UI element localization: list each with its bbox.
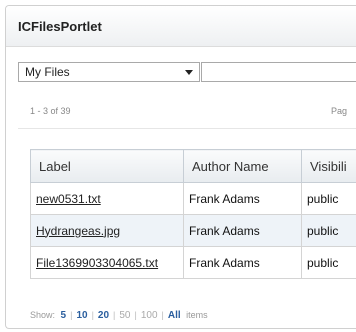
page-size-50[interactable]: 50 bbox=[119, 310, 130, 321]
paging-range: 1 - 3 of 39 bbox=[30, 106, 71, 116]
cell-author: Frank Adams bbox=[183, 182, 302, 215]
divider bbox=[18, 128, 356, 129]
page-label: Pag bbox=[331, 106, 348, 116]
column-header-label[interactable]: Label bbox=[30, 149, 184, 183]
page-size-selector: Show: 5 | 10 | 20 | 50 | 100 | All items bbox=[30, 310, 208, 321]
table-row: File1369903304065.txt Frank Adams public bbox=[30, 246, 356, 279]
cell-label: new0531.txt bbox=[30, 182, 184, 215]
show-label: Show: bbox=[30, 310, 56, 320]
file-link[interactable]: File1369903304065.txt bbox=[36, 256, 158, 270]
page-size-10[interactable]: 10 bbox=[76, 310, 87, 321]
page-size-20[interactable]: 20 bbox=[98, 310, 109, 321]
files-filter-select[interactable]: My Files bbox=[18, 62, 200, 82]
divider: | bbox=[70, 310, 73, 320]
divider: | bbox=[91, 310, 94, 320]
page-size-100[interactable]: 100 bbox=[141, 310, 158, 321]
file-link[interactable]: new0531.txt bbox=[36, 192, 101, 206]
cell-label: Hydrangeas.jpg bbox=[30, 214, 184, 247]
cell-visibility: public bbox=[301, 246, 356, 279]
search-input[interactable] bbox=[201, 62, 356, 82]
portlet-header: ICFilesPortlet bbox=[6, 6, 356, 47]
files-filter-value: My Files bbox=[25, 65, 70, 79]
divider: | bbox=[113, 310, 116, 320]
items-label: items bbox=[186, 310, 208, 320]
cell-label: File1369903304065.txt bbox=[30, 246, 184, 279]
page-size-5[interactable]: 5 bbox=[61, 310, 67, 321]
table-header-row: Label Author Name Visibili bbox=[30, 149, 356, 183]
table-row: Hydrangeas.jpg Frank Adams public bbox=[30, 214, 356, 247]
cell-author: Frank Adams bbox=[183, 246, 302, 279]
cell-visibility: public bbox=[301, 182, 356, 215]
file-link[interactable]: Hydrangeas.jpg bbox=[36, 224, 120, 238]
column-header-author[interactable]: Author Name bbox=[183, 149, 302, 183]
cell-visibility: public bbox=[301, 214, 356, 247]
page-size-all[interactable]: All bbox=[168, 310, 181, 321]
chevron-down-icon bbox=[185, 70, 193, 75]
divider: | bbox=[134, 310, 137, 320]
divider: | bbox=[161, 310, 164, 320]
portlet-title: ICFilesPortlet bbox=[18, 19, 102, 34]
column-header-visibility[interactable]: Visibili bbox=[301, 149, 356, 183]
cell-author: Frank Adams bbox=[183, 214, 302, 247]
table-row: new0531.txt Frank Adams public bbox=[30, 182, 356, 215]
files-table: Label Author Name Visibili new0531.txt F… bbox=[30, 149, 356, 279]
